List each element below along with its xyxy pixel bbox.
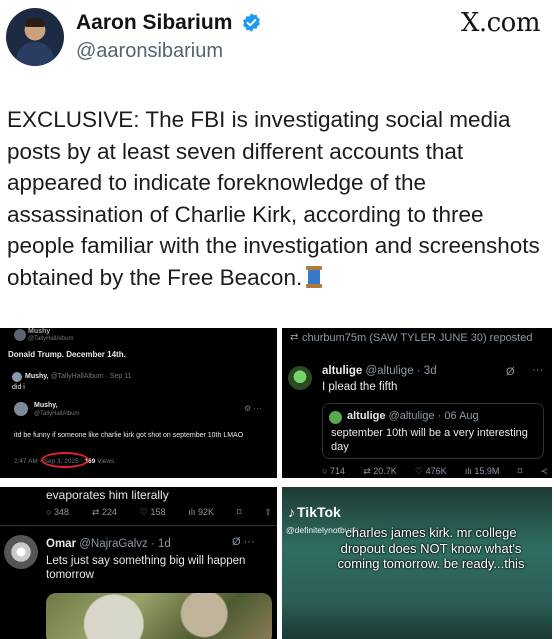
post-author: altulige @altulige · 3d — [322, 365, 437, 377]
tiktok-note-icon: ♪ — [288, 504, 295, 520]
post-author: Omar @NajraGalvz · 1d — [46, 538, 171, 550]
tweet-body-text: EXCLUSIVE: The FBI is investigating soci… — [7, 107, 540, 290]
avatar — [12, 372, 22, 382]
post-image[interactable] — [46, 593, 272, 639]
avatar — [288, 366, 312, 390]
more-options-icon[interactable]: Ø ··· — [232, 536, 255, 548]
views-icon: ılı — [188, 507, 196, 517]
reply-count-value: 714 — [329, 466, 345, 476]
brand-watermark: X.com — [460, 8, 541, 38]
video-caption: charles james kirk. mr college dropout d… — [337, 525, 525, 571]
avatar-hair — [25, 18, 45, 27]
tweet-header: Aaron Sibarium @aaronsibarium X.com — [0, 0, 554, 82]
reply-count-value: 348 — [53, 507, 69, 517]
post-text: Lets just say something big will happen … — [46, 555, 246, 581]
post-author-handle: @altulige · 3d — [365, 365, 437, 377]
reply-icon: ○ — [322, 466, 328, 476]
author-avatar[interactable] — [6, 8, 64, 66]
spool-of-thread-icon — [306, 265, 323, 288]
post-author-name: Mushy, — [34, 402, 58, 409]
tiktok-logo-text: TikTok — [297, 504, 341, 520]
post-body: itd be funny if someone like charlie kir… — [14, 432, 244, 439]
verified-badge-icon — [243, 13, 260, 32]
author-name[interactable]: Aaron Sibarium — [76, 11, 232, 35]
avatar — [14, 329, 26, 341]
reply-count[interactable]: ○ 714 — [322, 466, 345, 477]
highlight-circle — [41, 452, 89, 468]
repost-icon: ⇄ — [91, 507, 100, 517]
share-icon[interactable]: ≺ — [540, 466, 548, 477]
reply-author-name: Mushy, — [25, 373, 49, 380]
divider — [0, 525, 277, 526]
heart-icon: ♡ — [139, 507, 148, 517]
previous-post-text: evaporates him literally — [46, 488, 169, 502]
repost-icon: ⇄ — [363, 466, 371, 476]
repost-count[interactable]: ⇄ 224 — [92, 507, 117, 518]
post-text: I plead the fifth — [322, 381, 398, 393]
view-label: Views — [97, 458, 115, 465]
screenshot-tiktok[interactable]: ♪ TikTok @definitelynotbusk charles james… — [282, 487, 552, 639]
post-author-handle: @NajraGalvz · 1d — [79, 538, 171, 550]
author-handle[interactable]: @aaronsibarium — [76, 40, 223, 63]
post-author-name: Omar — [46, 538, 77, 550]
like-count[interactable]: ♡ 476K — [415, 466, 447, 477]
view-count-value: 15.9M — [474, 466, 500, 476]
share-icon[interactable]: ⇧ — [264, 507, 272, 518]
screenshot-collage: Mushy @TallyHallAlbum Donald Trump. Dece… — [0, 322, 554, 639]
bookmark-icon[interactable]: ⌑ — [518, 466, 523, 477]
post-author-handle: @TallyHallAlbum — [34, 411, 80, 417]
avatar — [4, 535, 38, 569]
like-count[interactable]: ♡ 158 — [140, 507, 166, 518]
heart-icon: ♡ — [414, 466, 424, 476]
quoted-author-name: altulige — [347, 410, 386, 422]
tiktok-logo: ♪ TikTok — [288, 504, 341, 520]
more-options-icon[interactable]: ··· — [532, 364, 543, 376]
like-count-value: 158 — [150, 507, 166, 517]
avatar-shirt — [16, 42, 54, 66]
quoted-post[interactable]: altulige @altulige · 06 Aug september 10… — [322, 403, 544, 459]
screenshot-omar[interactable]: evaporates him literally ○ 348 ⇄ 224 ♡ 1… — [0, 487, 277, 639]
quoted-author-handle: @altulige · 06 Aug — [388, 410, 479, 422]
repost-indicator: churbum75m (SAW TYLER JUNE 30) reposted — [302, 332, 533, 344]
bookmark-icon[interactable]: ⌑ — [237, 507, 242, 518]
post-text: Donald Trump. December 14th. — [8, 350, 126, 359]
view-count[interactable]: ılı 15.9M — [465, 466, 500, 477]
post-author-name: Mushy — [28, 328, 51, 335]
view-count-value: 92K — [197, 507, 214, 517]
engagement-bar: ○ 714 ⇄ 20.7K ♡ 476K ılı 15.9M ⌑ ≺ — [322, 466, 548, 477]
tweet-text: EXCLUSIVE: The FBI is investigating soci… — [7, 104, 547, 293]
engagement-bar: ○ 348 ⇄ 224 ♡ 158 ılı 92K ⌑ ⇧ — [46, 507, 272, 518]
like-count-value: 476K — [425, 466, 447, 476]
screenshot-altulige[interactable]: ⇄ churbum75m (SAW TYLER JUNE 30) reposte… — [282, 328, 552, 478]
repost-count-value: 20.7K — [373, 466, 397, 476]
reply-author-handle: @TallyHallAlbum · Sep 11 — [50, 373, 132, 380]
reply-text: did i — [12, 384, 25, 391]
screenshot-mushy[interactable]: Mushy @TallyHallAlbum Donald Trump. Dece… — [0, 328, 277, 478]
avatar — [14, 402, 28, 416]
view-count[interactable]: ılı 92K — [188, 507, 214, 518]
post-author-name: altulige — [322, 365, 363, 377]
avatar — [329, 411, 342, 424]
repost-icon: ⇄ — [290, 332, 299, 343]
grok-icon[interactable]: Ø — [506, 366, 515, 378]
quoted-author: altulige @altulige · 06 Aug — [347, 410, 479, 422]
views-icon: ılı — [464, 466, 472, 476]
quoted-text: september 10th will be a very interestin… — [331, 427, 528, 453]
reply-count[interactable]: ○ 348 — [46, 507, 69, 518]
repost-count-value: 224 — [101, 507, 117, 517]
post-author-handle: @TallyHallAlbum — [28, 336, 74, 342]
repost-count[interactable]: ⇄ 20.7K — [363, 466, 397, 477]
more-options-icon[interactable]: ⚙ ··· — [244, 404, 261, 413]
reply-header: Mushy, @TallyHallAlbum · Sep 11 — [25, 373, 131, 380]
reply-icon: ○ — [46, 507, 52, 517]
